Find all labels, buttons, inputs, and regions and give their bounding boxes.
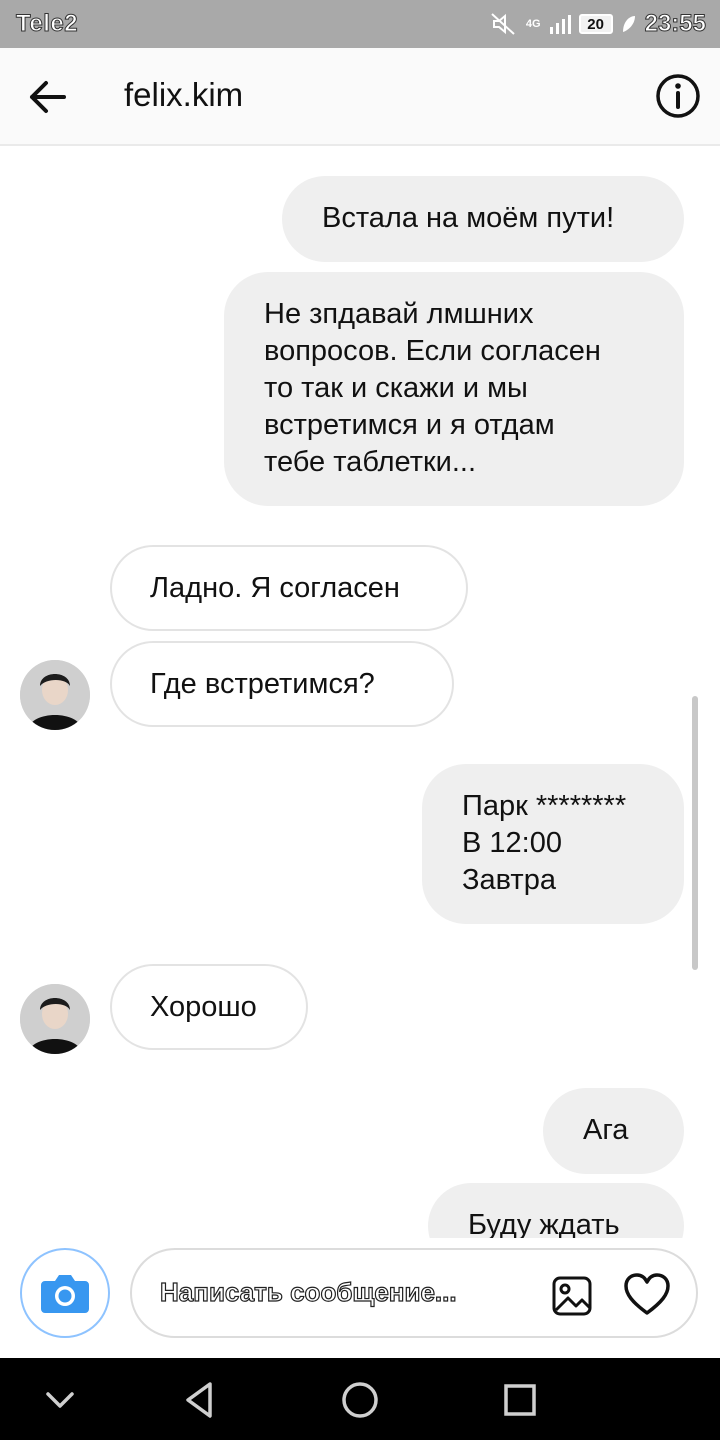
avatar-image [20, 660, 90, 730]
message-outgoing[interactable]: Ага [543, 1088, 684, 1174]
leaf-icon [622, 16, 635, 32]
message-incoming[interactable]: Хорошо [110, 964, 308, 1050]
camera-button[interactable] [20, 1248, 110, 1338]
message-incoming[interactable]: Ладно. Я согласен [110, 545, 468, 631]
message-outgoing[interactable]: Встала на моём пути! [282, 176, 684, 262]
message-composer: Написать сообщение... [0, 1238, 720, 1358]
network-type: 4G [525, 18, 541, 30]
status-bar: Tele2 4G 20 23:55 [0, 0, 720, 48]
home-circle-icon[interactable] [338, 1378, 382, 1422]
heart-icon[interactable] [622, 1270, 672, 1320]
recents-square-icon[interactable] [498, 1378, 542, 1422]
image-icon[interactable] [550, 1274, 594, 1318]
chat-title[interactable]: felix.kim [124, 76, 243, 114]
carrier-name: Tele2 [15, 10, 79, 38]
camera-icon [41, 1275, 89, 1313]
mute-icon [491, 13, 515, 35]
message-thread[interactable]: Встала на моём пути! Не зпдавай лмшних в… [0, 148, 720, 1238]
avatar-image [20, 984, 90, 1054]
battery-indicator: 20 [578, 14, 613, 34]
chevron-down-icon[interactable] [38, 1378, 82, 1422]
message-incoming[interactable]: Где встретимся? [110, 641, 454, 727]
message-input[interactable]: Написать сообщение... [130, 1248, 698, 1338]
back-triangle-icon[interactable] [178, 1378, 222, 1422]
clock: 23:55 [644, 10, 706, 38]
message-outgoing[interactable]: Буду ждать [428, 1183, 684, 1238]
chat-header: felix.kim [0, 48, 720, 146]
system-nav-bar [0, 1358, 720, 1440]
scrollbar[interactable] [692, 696, 698, 970]
info-icon[interactable] [654, 72, 702, 120]
avatar[interactable] [20, 660, 90, 730]
status-icons: 4G 20 23:55 [490, 8, 707, 40]
avatar[interactable] [20, 984, 90, 1054]
message-outgoing[interactable]: Парк ******** В 12:00 Завтра [422, 764, 684, 924]
camera-icon-wrap [34, 1262, 96, 1324]
message-input-placeholder: Написать сообщение... [159, 1276, 457, 1307]
arrow-left-icon[interactable] [22, 72, 72, 122]
signal-icon [549, 15, 571, 34]
message-outgoing[interactable]: Не зпдавай лмшних вопросов. Если согласе… [224, 272, 684, 506]
